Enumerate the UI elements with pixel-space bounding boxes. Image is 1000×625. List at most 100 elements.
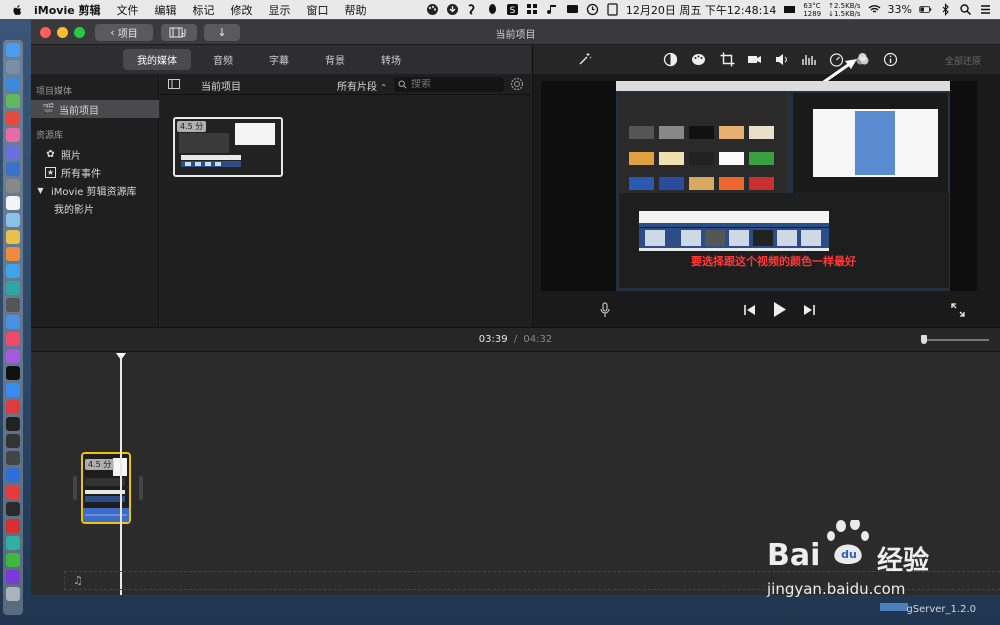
sidebar-item-photos[interactable]: ✿ 照片 (31, 145, 159, 163)
menubar-clock[interactable]: 12月20日 周五 下午12:48:14 (626, 2, 776, 18)
app-dock-icon-1[interactable] (6, 128, 20, 142)
appletv-dock-icon[interactable] (6, 366, 20, 380)
safari-dock-icon[interactable] (6, 77, 20, 91)
sidebar-item-my-movies[interactable]: 我的影片 (31, 199, 159, 217)
skip-back-icon[interactable] (744, 305, 756, 315)
clip-filter-dropdown[interactable]: 所有片段 ⌃ (337, 78, 387, 93)
music-status-icon[interactable] (546, 3, 559, 16)
clock-status-icon[interactable] (586, 3, 599, 16)
calendar-dock-icon[interactable] (6, 196, 20, 210)
apple-menu-icon[interactable] (10, 3, 24, 17)
menu-help[interactable]: 帮助 (345, 2, 367, 18)
sidebar-toggle-icon[interactable] (168, 79, 180, 89)
menu-modify[interactable]: 修改 (231, 2, 253, 18)
app-dock-icon-6[interactable] (6, 230, 20, 244)
menu-mark[interactable]: 标记 (193, 2, 215, 18)
scripts-status-icon[interactable] (466, 3, 479, 16)
app-dock-icon-5[interactable] (6, 213, 20, 227)
settings-gear-icon[interactable] (510, 77, 524, 91)
timeline-toolbar: 03:39 / 04:32 (31, 328, 1000, 352)
app-dock-icon-7[interactable] (6, 264, 20, 278)
qq-status-icon[interactable] (486, 3, 499, 16)
chrome-dock-icon[interactable] (6, 111, 20, 125)
scrollbar-app-status-icon[interactable]: S (506, 3, 519, 16)
menu-edit[interactable]: 编辑 (155, 2, 177, 18)
color-palette-icon[interactable] (691, 52, 706, 67)
palette-status-icon[interactable] (426, 3, 439, 16)
menu-file[interactable]: 文件 (117, 2, 139, 18)
app-dock-icon-9[interactable] (6, 298, 20, 312)
bluetooth-status-icon[interactable] (939, 3, 952, 16)
android-dock-icon[interactable] (6, 94, 20, 108)
appstore-dock-icon[interactable] (6, 383, 20, 397)
search-input[interactable] (411, 79, 501, 90)
keynote-dock-icon[interactable] (6, 315, 20, 329)
media-clip[interactable]: 4.5 分 (173, 117, 283, 177)
search-field[interactable] (394, 77, 504, 92)
menu-window[interactable]: 窗口 (307, 2, 329, 18)
wechat-dock-icon[interactable] (6, 553, 20, 567)
tab-audio[interactable]: 音频 (199, 49, 247, 70)
app-dock-icon-8[interactable] (6, 281, 20, 295)
zoom-slider-knob[interactable] (921, 335, 927, 344)
sidebar-item-library[interactable]: ▼ iMovie 剪辑资源库 (31, 181, 159, 199)
music-dock-icon[interactable] (6, 332, 20, 346)
info-icon[interactable] (883, 52, 898, 67)
app-menu[interactable]: iMovie 剪辑 (34, 2, 101, 18)
fullscreen-icon[interactable] (951, 303, 965, 317)
imovie-dock-icon[interactable] (6, 570, 20, 584)
vpn-dock-icon[interactable] (6, 468, 20, 482)
play-icon[interactable] (773, 301, 787, 318)
launchpad-dock-icon[interactable] (6, 60, 20, 74)
menu-view[interactable]: 显示 (269, 2, 291, 18)
gserver-bar (880, 603, 908, 611)
battery-percent: 33% (887, 3, 912, 16)
reset-all-button[interactable]: 全部还原 (945, 54, 981, 67)
trash-dock-icon[interactable] (6, 587, 20, 601)
clip-trim-handle-right[interactable] (139, 476, 143, 500)
tab-my-media[interactable]: 我的媒体 (123, 49, 191, 70)
volume-icon[interactable] (774, 52, 789, 67)
browser-toolbar: 当前项目 所有片段 ⌃ (160, 74, 531, 95)
vivaldi-dock-icon[interactable] (6, 400, 20, 414)
photos-dock-icon[interactable] (6, 247, 20, 261)
activity-monitor-dock-icon[interactable] (6, 434, 20, 448)
stabilization-camera-icon[interactable] (747, 52, 762, 67)
message-status-icon[interactable] (566, 3, 579, 16)
zoom-slider[interactable] (921, 335, 989, 344)
podcasts-dock-icon[interactable] (6, 349, 20, 363)
console-dock-icon[interactable] (6, 451, 20, 465)
sidebar-item-label: iMovie 剪辑资源库 (51, 186, 137, 198)
finder-dock-icon[interactable] (6, 43, 20, 57)
app-dock-icon-10[interactable] (6, 502, 20, 516)
playhead[interactable] (120, 355, 122, 595)
notification-center-icon[interactable] (979, 3, 992, 16)
grid-status-icon[interactable] (526, 3, 539, 16)
app-dock-icon-3[interactable] (6, 162, 20, 176)
timeline-clip[interactable]: 4.5 分 (81, 452, 131, 524)
disclosure-triangle-icon[interactable]: ▼ (35, 185, 46, 196)
microphone-icon[interactable] (600, 302, 610, 318)
yandex-dock-icon[interactable] (6, 485, 20, 499)
sidebar-item-all-events[interactable]: ★ 所有事件 (31, 163, 159, 181)
magic-wand-icon[interactable] (577, 52, 592, 67)
tab-titles[interactable]: 字幕 (255, 49, 303, 70)
download-status-icon[interactable] (446, 3, 459, 16)
app-dock-icon-11[interactable] (6, 536, 20, 550)
battery-icon[interactable] (919, 3, 932, 16)
netease-music-dock-icon[interactable] (6, 519, 20, 533)
app-dock-icon-4[interactable] (6, 179, 20, 193)
tab-backgrounds[interactable]: 背景 (311, 49, 359, 70)
tab-transitions[interactable]: 转场 (367, 49, 415, 70)
clipboard-status-icon[interactable] (606, 3, 619, 16)
terminal-dock-icon[interactable] (6, 417, 20, 431)
mail-status-icon[interactable] (783, 3, 796, 16)
sidebar-item-current-project[interactable]: 🎬 当前项目 (31, 100, 159, 118)
wifi-status-icon[interactable] (868, 3, 881, 16)
clip-trim-handle-left[interactable] (73, 476, 77, 500)
color-balance-icon[interactable] (663, 52, 678, 67)
skip-forward-icon[interactable] (803, 305, 815, 315)
spotlight-search-icon[interactable] (959, 3, 972, 16)
crop-icon[interactable] (720, 52, 735, 67)
app-dock-icon-2[interactable] (6, 145, 20, 159)
